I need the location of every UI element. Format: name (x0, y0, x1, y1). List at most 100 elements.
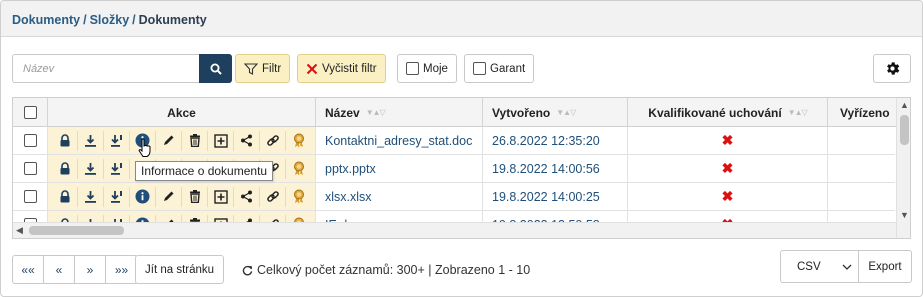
search-input[interactable] (12, 54, 200, 83)
guarantor-checkbox[interactable] (473, 62, 486, 75)
sort-icon[interactable]: ▼▲▽ (366, 108, 386, 117)
settings-button[interactable] (873, 54, 911, 83)
hand-cursor-icon (138, 138, 152, 161)
column-header-created[interactable]: Vytvořeno ▼▲▽ (483, 98, 628, 127)
column-header-actions: Akce (48, 98, 316, 127)
filter-label: Filtr (262, 62, 282, 75)
delete-icon[interactable] (182, 186, 208, 207)
search-button[interactable] (199, 54, 232, 83)
guarantor-toggle[interactable]: Garant (464, 54, 535, 83)
column-header-name[interactable]: Název ▼▲▽ (316, 98, 483, 127)
created-date: 19.8.2022 14:00:56 (483, 155, 628, 182)
select-all-checkbox[interactable] (23, 106, 37, 119)
breadcrumb-current: Dokumenty (138, 13, 207, 27)
close-icon (306, 63, 318, 74)
filter-button[interactable]: Filtr (235, 54, 291, 83)
row-checkbox[interactable] (23, 190, 37, 203)
documents-panel: Dokumenty/Složky/Dokumenty Filtr Vyčisti… (0, 0, 923, 297)
table-row[interactable]: xlsx.xlsx 19.8.2022 14:00:25 ✖ (13, 183, 895, 211)
refresh-icon[interactable] (242, 265, 253, 276)
column-header-qualified[interactable]: Kvalifikované uchování ▼▲▽ (628, 98, 828, 127)
resolved-cell (828, 155, 896, 182)
vertical-scroll-thumb[interactable] (900, 115, 909, 145)
resolved-cell (828, 183, 896, 210)
share-icon[interactable] (234, 130, 260, 151)
download-signed-icon[interactable] (104, 186, 130, 207)
prev-page-button[interactable]: « (44, 256, 75, 283)
row-actions (48, 127, 316, 154)
vertical-scrollbar[interactable]: ▲ ▼ (896, 98, 910, 238)
pagination: «« « » »» (12, 255, 138, 284)
first-page-button[interactable]: «« (13, 256, 44, 283)
row-actions (48, 183, 316, 210)
breadcrumb-link-folders[interactable]: Složky (90, 13, 130, 27)
row-select-cell (13, 127, 48, 154)
horizontal-scroll-thumb[interactable] (29, 226, 124, 235)
select-all-cell (13, 98, 48, 127)
add-icon[interactable] (208, 130, 234, 151)
row-select-cell (13, 155, 48, 182)
scroll-down-icon[interactable]: ▼ (900, 210, 909, 220)
certificate-icon[interactable] (286, 159, 312, 179)
cross-icon: ✖ (721, 188, 734, 204)
row-select-cell (13, 183, 48, 210)
scroll-left-icon[interactable]: ◀ (16, 225, 23, 236)
download-signed-icon[interactable] (104, 130, 130, 151)
lock-icon[interactable] (52, 186, 78, 207)
link-icon[interactable] (260, 130, 286, 151)
breadcrumb-link-documents[interactable]: Dokumenty (12, 13, 80, 27)
column-actions-label: Akce (167, 105, 196, 120)
next-page-button[interactable]: » (75, 256, 106, 283)
info-icon[interactable] (130, 186, 156, 207)
qualified-storage-cell: ✖ (628, 183, 828, 210)
lock-icon[interactable] (52, 130, 78, 151)
export-format-value: CSV (797, 260, 821, 273)
download-icon[interactable] (78, 158, 104, 179)
mine-toggle[interactable]: Moje (397, 54, 457, 83)
clear-filter-button[interactable]: Vyčistit filtr (297, 54, 386, 83)
document-name-link[interactable]: Kontaktni_adresy_stat.doc (316, 127, 483, 154)
created-date: 19.8.2022 14:00:25 (483, 183, 628, 210)
record-count-text: Celkový počet záznamů: 300+ | Zobrazeno … (257, 263, 531, 277)
last-page-button[interactable]: »» (106, 256, 137, 283)
chevron-down-icon (842, 264, 852, 270)
horizontal-scrollbar[interactable]: ◀ (13, 222, 896, 238)
filter-icon (244, 62, 258, 75)
document-name-link[interactable]: xlsx.xlsx (316, 183, 483, 210)
resolved-cell (828, 127, 896, 154)
breadcrumb: Dokumenty / Složky / Dokumenty (12, 13, 207, 27)
qualified-storage-cell: ✖ (628, 155, 828, 182)
gear-icon (886, 62, 899, 75)
certificate-icon[interactable] (286, 131, 312, 151)
scroll-up-icon[interactable]: ▲ (900, 100, 909, 110)
download-icon[interactable] (78, 186, 104, 207)
goto-page-button[interactable]: Jít na stránku (135, 255, 225, 284)
panel-header: Dokumenty / Složky / Dokumenty (1, 1, 922, 37)
delete-icon[interactable] (182, 130, 208, 151)
download-icon[interactable] (78, 130, 104, 151)
mine-checkbox[interactable] (406, 62, 419, 75)
row-checkbox[interactable] (23, 134, 37, 147)
download-signed-icon[interactable] (104, 158, 130, 179)
mine-label: Moje (423, 62, 448, 75)
breadcrumb-separator: / (83, 13, 87, 27)
table-header: Akce Název ▼▲▽ Vytvořeno ▼▲▽ Kvalifikova… (13, 98, 910, 127)
guarantor-label: Garant (490, 62, 526, 75)
link-icon[interactable] (260, 186, 286, 207)
edit-icon[interactable] (156, 186, 182, 207)
search-icon (210, 63, 222, 75)
lock-icon[interactable] (52, 158, 78, 179)
column-header-resolved[interactable]: Vyřízeno (828, 98, 896, 127)
record-count: Celkový počet záznamů: 300+ | Zobrazeno … (242, 263, 530, 277)
tooltip: Informace o dokumentu (135, 161, 274, 181)
certificate-icon[interactable] (286, 187, 312, 207)
export-button[interactable]: Export (859, 251, 911, 282)
export-format-select[interactable]: CSV (781, 251, 859, 282)
row-checkbox[interactable] (23, 162, 37, 175)
document-name-link[interactable]: pptx.pptx (316, 155, 483, 182)
add-icon[interactable] (208, 186, 234, 207)
share-icon[interactable] (234, 186, 260, 207)
sort-icon[interactable]: ▼▲▽ (788, 108, 808, 117)
sort-icon[interactable]: ▼▲▽ (556, 108, 576, 117)
edit-icon[interactable] (156, 130, 182, 151)
